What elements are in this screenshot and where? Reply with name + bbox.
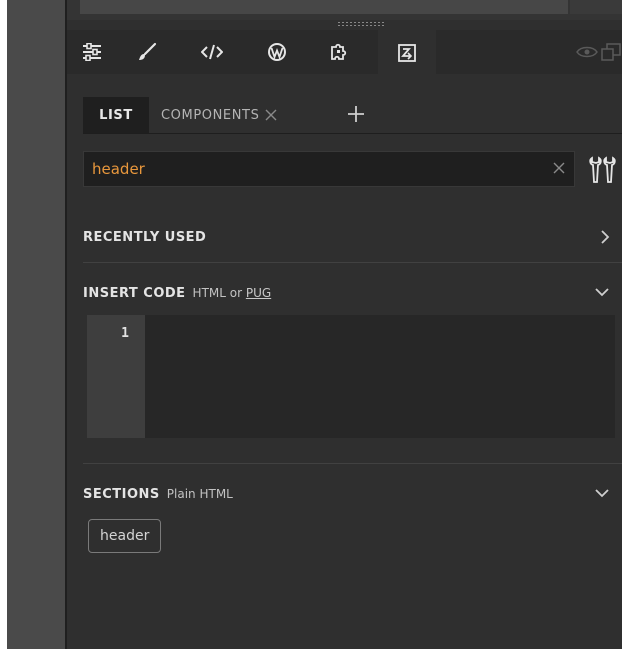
puzzle-icon: [331, 43, 347, 60]
plus-icon: [348, 106, 364, 122]
sections-subtitle: Plain HTML: [166, 487, 233, 501]
drag-handle[interactable]: [337, 21, 385, 27]
close-icon: [553, 162, 565, 174]
wrench-icon: [589, 156, 616, 183]
style-button[interactable]: [125, 30, 169, 74]
recently-used-header[interactable]: RECENTLY USED: [83, 227, 622, 247]
pug-link[interactable]: PUG: [246, 286, 271, 300]
close-icon: [265, 109, 277, 121]
wordpress-button[interactable]: [255, 30, 299, 74]
chevron-right-icon: [601, 230, 610, 244]
window-icon[interactable]: [600, 42, 622, 62]
search-box: [83, 151, 575, 187]
tools-button[interactable]: [585, 152, 619, 186]
insert-panel: LIST COMPONENTS header RECENTLY USED INS…: [67, 0, 622, 649]
tab-components[interactable]: COMPONENTS: [161, 97, 277, 133]
components-button[interactable]: [318, 30, 362, 74]
sections-header[interactable]: SECTIONS Plain HTML: [83, 484, 622, 504]
wordpress-icon: [268, 43, 286, 61]
recently-used-title: RECENTLY USED: [83, 229, 207, 245]
code-button[interactable]: [190, 30, 234, 74]
panel-toolbar: [67, 30, 622, 76]
tab-list-label: LIST: [99, 107, 133, 123]
insert-code-header[interactable]: INSERT CODE HTML or PUG: [83, 283, 622, 303]
clear-search-button[interactable]: [552, 161, 566, 175]
toolbar-right-icons: [552, 30, 622, 74]
search-input[interactable]: [92, 152, 532, 186]
line-number: 1: [121, 326, 129, 341]
top-bar: [80, 0, 568, 14]
eye-icon[interactable]: [576, 45, 598, 59]
settings-button[interactable]: [70, 30, 114, 74]
insert-button[interactable]: [378, 30, 436, 76]
section-divider: [83, 463, 622, 464]
tab-list[interactable]: LIST: [83, 97, 149, 133]
insert-code-title: INSERT CODE: [83, 285, 186, 301]
collapse-toggle[interactable]: [594, 488, 610, 498]
left-sidebar-strip: [7, 0, 65, 649]
library-tabs: LIST COMPONENTS: [83, 97, 622, 134]
sections-title: SECTIONS: [83, 486, 160, 502]
insert-code-subtitle: HTML or PUG: [193, 286, 272, 300]
chevron-down-icon: [595, 288, 609, 297]
chevron-down-icon: [595, 489, 609, 498]
tab-components-label: COMPONENTS: [161, 107, 260, 123]
insert-panel-icon: [398, 44, 416, 62]
close-tab-button[interactable]: [265, 109, 277, 121]
brush-icon: [139, 42, 157, 60]
add-tab-button[interactable]: [343, 101, 369, 127]
line-number-gutter: 1: [87, 315, 145, 438]
code-icon: [201, 44, 223, 60]
code-editor[interactable]: 1: [87, 315, 615, 438]
top-strip: [67, 0, 622, 20]
insert-code-subtitle-text: HTML or: [192, 286, 243, 300]
section-divider: [83, 262, 622, 263]
section-chip-header[interactable]: header: [88, 519, 162, 553]
settings-sliders-icon: [83, 43, 101, 61]
top-bar-right: [570, 0, 622, 14]
expand-toggle[interactable]: [600, 229, 610, 245]
collapse-toggle[interactable]: [594, 287, 610, 297]
